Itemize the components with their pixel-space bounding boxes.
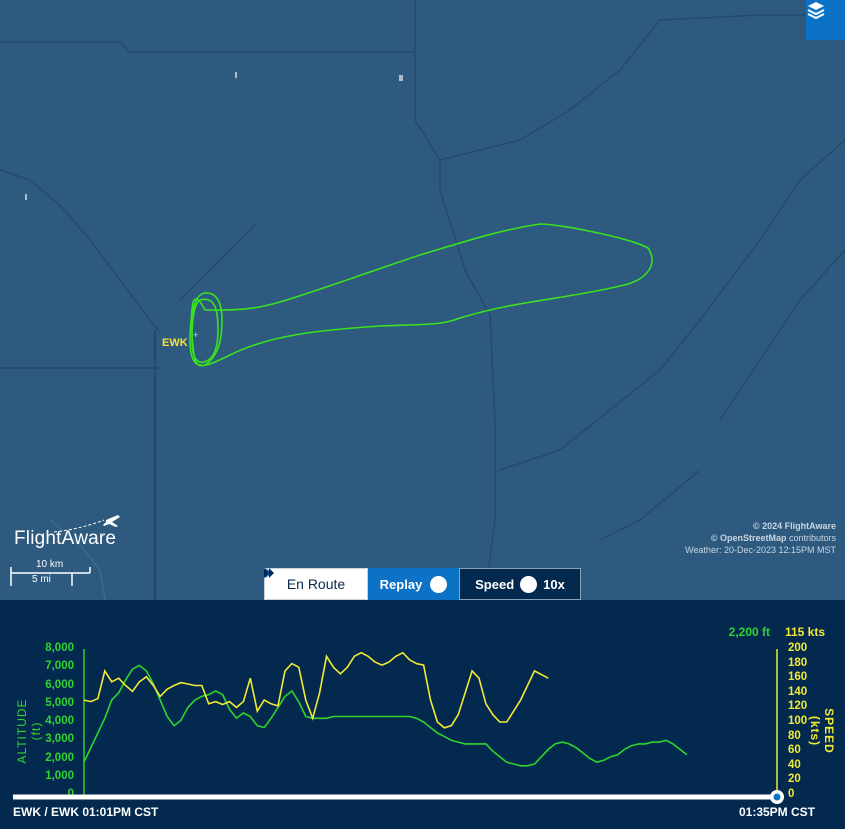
altitude-series-line xyxy=(83,664,688,767)
flight-map[interactable]: + EWK FlightAware 10 km 5 mi © 2024 Flig… xyxy=(0,0,845,600)
timeline-start-label: EWK / EWK 01:01PM CST xyxy=(13,805,159,819)
layers-icon xyxy=(807,2,825,20)
altitude-speed-graph[interactable]: 2,200 ft 115 kts ALTITUDE (ft) SPEED (kt… xyxy=(0,600,845,829)
playback-controls: En Route Replay Speed 10x xyxy=(264,568,581,600)
weather-timestamp: Weather: 20-Dec-2023 12:15PM MST xyxy=(685,545,836,555)
en-route-button[interactable]: En Route xyxy=(264,568,368,600)
play-icon xyxy=(265,568,448,593)
speed-button[interactable]: Speed 10x xyxy=(264,568,581,600)
map-attribution: © 2024 FlightAware © OpenStreetMap contr… xyxy=(685,520,836,556)
map-canvas[interactable]: + xyxy=(0,0,845,600)
map-scale: 10 km 5 mi xyxy=(10,558,95,590)
scale-bar xyxy=(10,567,91,586)
copyright-osm[interactable]: © OpenStreetMap xyxy=(711,533,787,543)
brand-name: FlightAware xyxy=(14,528,117,549)
map-tick-marks xyxy=(25,72,403,200)
fast-forward-icon xyxy=(264,568,538,593)
layers-button[interactable] xyxy=(806,0,845,40)
speed-series-line xyxy=(83,651,549,729)
timeline-handle-dot xyxy=(773,793,781,801)
flightaware-logo: FlightAware xyxy=(14,512,134,552)
map-roads xyxy=(0,0,845,600)
replay-label: Replay xyxy=(379,576,423,592)
airport-marker: + xyxy=(193,330,198,340)
chart-plot[interactable] xyxy=(0,600,845,829)
airport-label: EWK xyxy=(162,337,188,349)
copyright-flightaware: © 2024 FlightAware xyxy=(753,521,836,531)
speed-label: Speed xyxy=(475,576,515,592)
scale-mi-label: 5 mi xyxy=(32,574,51,585)
copyright-osm-suffix: contributors xyxy=(786,533,836,543)
replay-button[interactable]: Replay xyxy=(265,568,459,600)
flight-track xyxy=(189,223,653,367)
speed-value: 10x xyxy=(543,576,565,592)
timeline-end-label: 01:35PM CST xyxy=(738,805,815,819)
